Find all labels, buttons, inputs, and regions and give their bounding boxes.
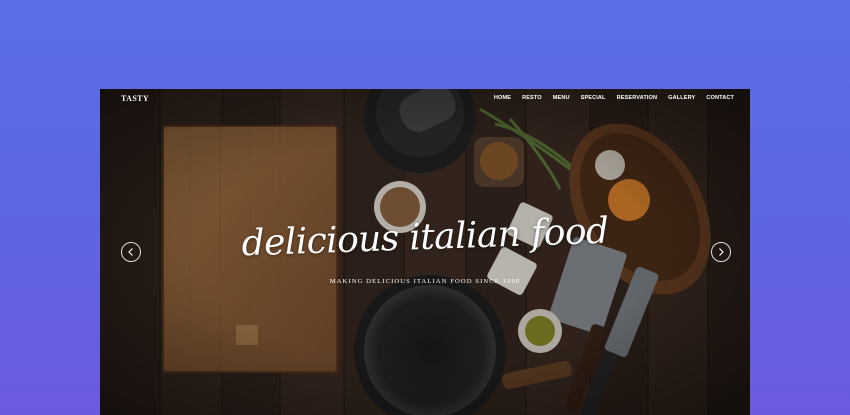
nav-item-gallery[interactable]: GALLERY [668, 95, 695, 101]
hero-subtitle: MAKING DELICIOUS ITALIAN FOOD SINCE 1990 [329, 278, 521, 285]
website-screenshot: TASTY HOME RESTO MENU SPECIAL RESERVATIO… [100, 89, 750, 415]
nav-item-menu[interactable]: MENU [553, 95, 570, 101]
nav-menu: HOME RESTO MENU SPECIAL RESERVATION GALL… [494, 95, 734, 101]
site-logo[interactable]: TASTY [121, 94, 149, 103]
nav-item-contact[interactable]: CONTACT [706, 95, 734, 101]
top-navigation: TASTY HOME RESTO MENU SPECIAL RESERVATIO… [100, 89, 750, 109]
nav-item-special[interactable]: SPECIAL [581, 95, 606, 101]
nav-item-resto[interactable]: RESTO [522, 95, 542, 101]
nav-item-home[interactable]: HOME [494, 95, 511, 101]
nav-item-reservation[interactable]: RESERVATION [617, 95, 658, 101]
